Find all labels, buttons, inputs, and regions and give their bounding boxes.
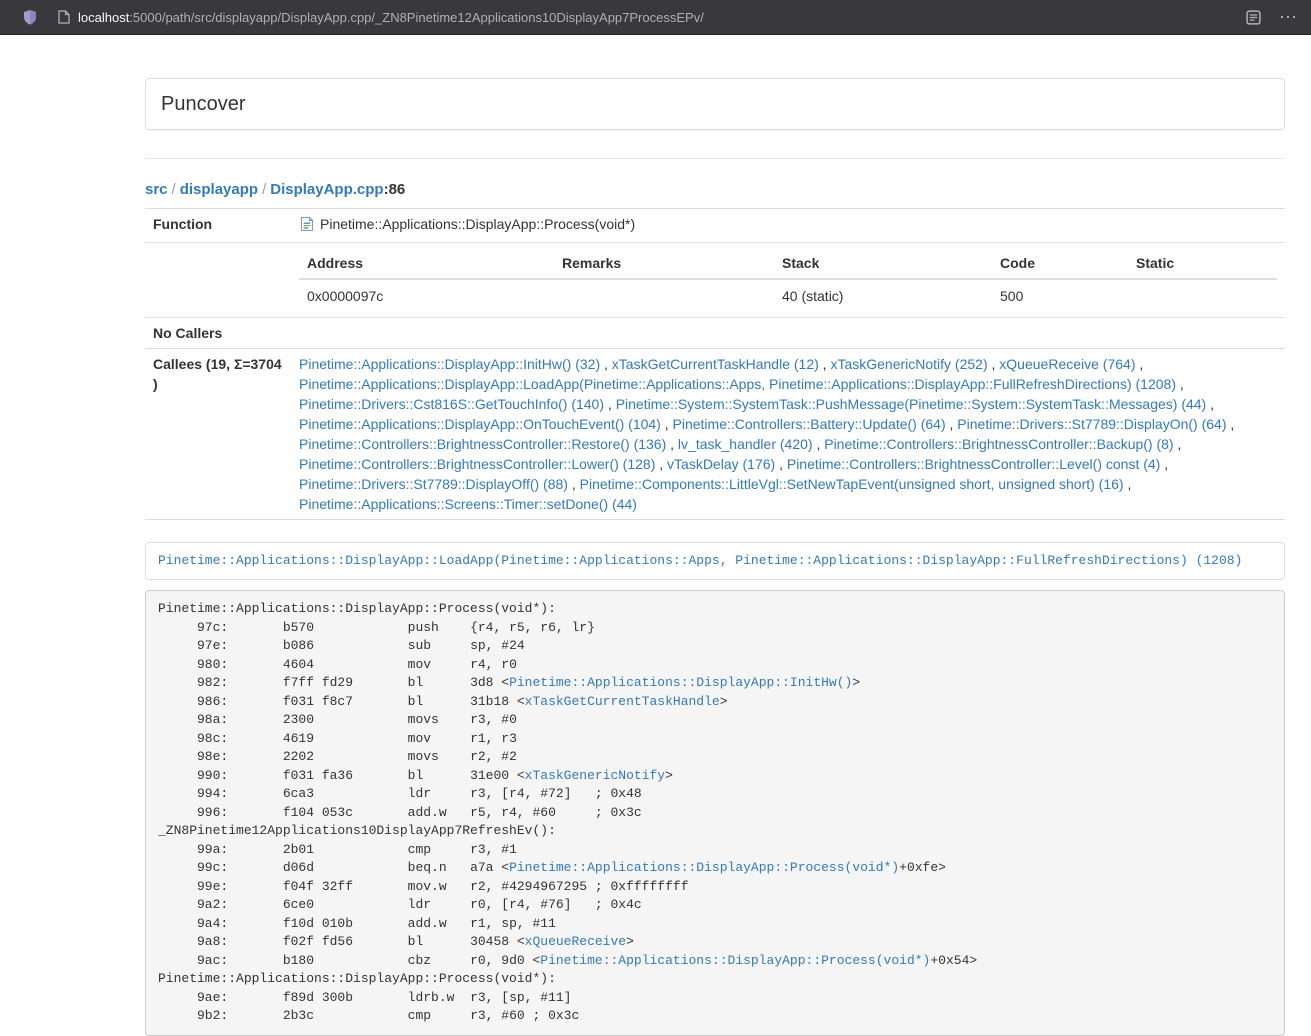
remarks-value bbox=[554, 279, 774, 312]
callee-link[interactable]: Pinetime::Drivers::Cst816S::GetTouchInfo… bbox=[299, 396, 604, 412]
no-callers-cell bbox=[291, 318, 1285, 349]
disassembly-symbol-link[interactable]: Pinetime::Applications::DisplayApp::Init… bbox=[509, 675, 852, 690]
divider bbox=[145, 158, 1285, 159]
address-value: 0x0000097c bbox=[299, 279, 554, 312]
url-bar[interactable]: localhost:5000/path/src/displayapp/Displ… bbox=[78, 10, 704, 25]
callee-link[interactable]: xTaskGenericNotify (252) bbox=[830, 356, 987, 372]
column-static: Static bbox=[1128, 248, 1277, 279]
disassembly-symbol-link[interactable]: Pinetime::Applications::DisplayApp::Proc… bbox=[540, 953, 930, 968]
metrics-table: Address Remarks Stack Code Static 0x0000… bbox=[299, 248, 1277, 312]
breadcrumb-separator: / bbox=[258, 181, 270, 198]
callee-link[interactable]: Pinetime::Applications::DisplayApp::Load… bbox=[299, 376, 1176, 392]
callees-list: Pinetime::Applications::DisplayApp::Init… bbox=[291, 349, 1285, 520]
callee-link[interactable]: Pinetime::Drivers::St7789::DisplayOn() (… bbox=[957, 416, 1226, 432]
breadcrumb: src/displayapp/DisplayApp.cpp:86 bbox=[145, 181, 1285, 198]
empty-header-cell bbox=[145, 243, 291, 318]
callee-link[interactable]: Pinetime::Controllers::BrightnessControl… bbox=[824, 436, 1173, 452]
breadcrumb-file-link[interactable]: DisplayApp.cpp bbox=[270, 181, 383, 198]
disassembly-block: Pinetime::Applications::DisplayApp::Proc… bbox=[145, 590, 1285, 1036]
function-type-icon bbox=[299, 216, 315, 237]
callee-link[interactable]: Pinetime::Components::LittleVgl::SetNewT… bbox=[580, 476, 1124, 492]
column-address: Address bbox=[299, 248, 554, 279]
callee-link[interactable]: Pinetime::Applications::Screens::Timer::… bbox=[299, 496, 637, 512]
callee-link[interactable]: Pinetime::Controllers::BrightnessControl… bbox=[787, 456, 1160, 472]
breadcrumb-line-number: :86 bbox=[384, 181, 406, 198]
disassembly-symbol-link[interactable]: xTaskGenericNotify bbox=[525, 768, 665, 783]
highlighted-symbol-box: Pinetime::Applications::DisplayApp::Load… bbox=[145, 542, 1285, 580]
page-content: Puncover src/displayapp/DisplayApp.cpp:8… bbox=[145, 78, 1285, 1036]
app-title: Puncover bbox=[161, 93, 246, 115]
callee-link[interactable]: xQueueReceive (764) bbox=[999, 356, 1135, 372]
disassembly-symbol-link[interactable]: xQueueReceive bbox=[525, 934, 626, 949]
callee-link[interactable]: Pinetime::Applications::DisplayApp::Init… bbox=[299, 356, 600, 372]
breadcrumb-displayapp-link[interactable]: displayapp bbox=[180, 181, 258, 198]
metrics-row: Address Remarks Stack Code Static 0x0000… bbox=[145, 243, 1285, 318]
app-title-panel: Puncover bbox=[145, 78, 1285, 130]
callee-link[interactable]: xTaskGetCurrentTaskHandle (12) bbox=[612, 356, 819, 372]
callee-link[interactable]: Pinetime::Controllers::BrightnessControl… bbox=[299, 436, 666, 452]
tracking-protection-shield-icon[interactable] bbox=[22, 9, 38, 25]
disassembly-symbol-link[interactable]: xTaskGetCurrentTaskHandle bbox=[525, 694, 720, 709]
callee-link[interactable]: Pinetime::Applications::DisplayApp::OnTo… bbox=[299, 416, 661, 432]
url-host: localhost bbox=[78, 10, 129, 25]
metrics-header-row: Address Remarks Stack Code Static bbox=[299, 248, 1277, 279]
callee-link[interactable]: vTaskDelay (176) bbox=[667, 456, 775, 472]
code-value: 500 bbox=[992, 279, 1128, 312]
column-stack: Stack bbox=[774, 248, 992, 279]
function-cell: Pinetime::Applications::DisplayApp::Proc… bbox=[291, 209, 1285, 243]
function-name: Pinetime::Applications::DisplayApp::Proc… bbox=[320, 216, 635, 232]
callee-link[interactable]: Pinetime::Drivers::St7789::DisplayOff() … bbox=[299, 476, 568, 492]
page-actions-menu-icon[interactable]: ⋯ bbox=[1279, 8, 1297, 26]
no-callers-row: No Callers bbox=[145, 318, 1285, 349]
browser-toolbar: localhost:5000/path/src/displayapp/Displ… bbox=[0, 0, 1311, 35]
function-label: Function bbox=[145, 209, 291, 243]
highlighted-symbol-link[interactable]: Pinetime::Applications::DisplayApp::Load… bbox=[158, 553, 1242, 568]
page-icon bbox=[58, 10, 70, 24]
stack-value: 40 (static) bbox=[774, 279, 992, 312]
callee-link[interactable]: lv_task_handler (420) bbox=[678, 436, 813, 452]
metrics-cell: Address Remarks Stack Code Static 0x0000… bbox=[291, 243, 1285, 318]
callees-label: Callees (19, Σ=3704 ) bbox=[145, 349, 291, 520]
breadcrumb-separator: / bbox=[168, 181, 180, 198]
column-code: Code bbox=[992, 248, 1128, 279]
reader-view-icon[interactable] bbox=[1246, 10, 1261, 25]
symbol-table: Function Pinetime::Applications::Display… bbox=[145, 208, 1285, 520]
breadcrumb-src-link[interactable]: src bbox=[145, 181, 168, 198]
callee-link[interactable]: Pinetime::Controllers::BrightnessControl… bbox=[299, 456, 655, 472]
metrics-data-row: 0x0000097c 40 (static) 500 bbox=[299, 279, 1277, 312]
column-remarks: Remarks bbox=[554, 248, 774, 279]
url-path: :5000/path/src/displayapp/DisplayApp.cpp… bbox=[129, 10, 704, 25]
static-value bbox=[1128, 279, 1277, 312]
callee-link[interactable]: Pinetime::Controllers::Battery::Update()… bbox=[673, 416, 946, 432]
function-row: Function Pinetime::Applications::Display… bbox=[145, 209, 1285, 243]
callee-link[interactable]: Pinetime::System::SystemTask::PushMessag… bbox=[616, 396, 1207, 412]
no-callers-label: No Callers bbox=[145, 318, 291, 349]
callees-row: Callees (19, Σ=3704 ) Pinetime::Applicat… bbox=[145, 349, 1285, 520]
disassembly-symbol-link[interactable]: Pinetime::Applications::DisplayApp::Proc… bbox=[509, 860, 899, 875]
